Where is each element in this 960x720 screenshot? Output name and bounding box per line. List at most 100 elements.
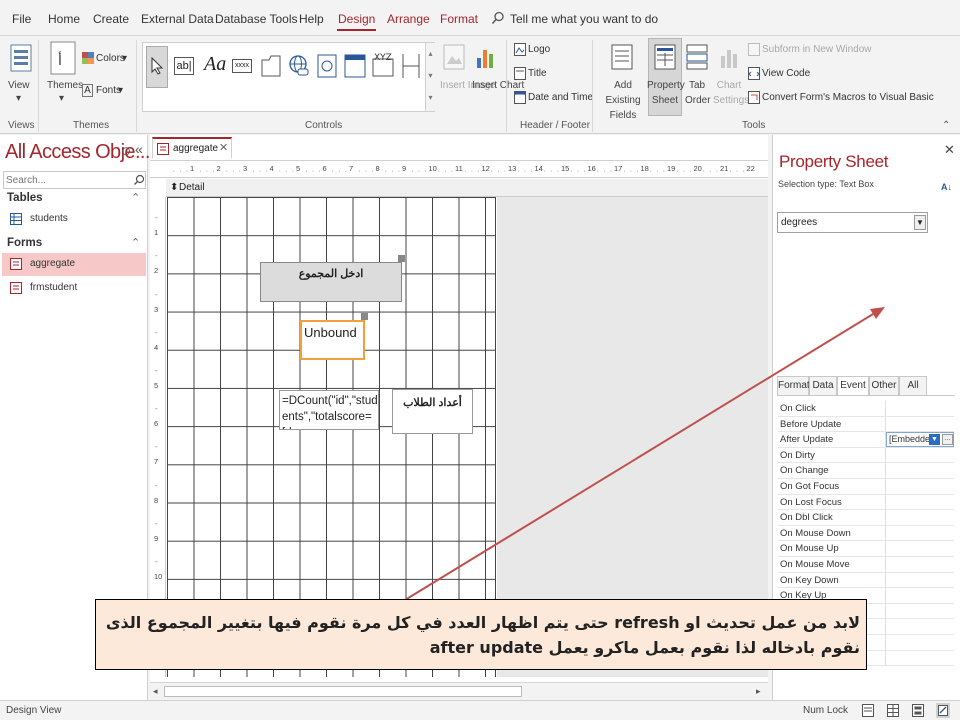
nav-item-label: aggregate — [30, 258, 76, 269]
tab-order-button[interactable]: Tab Order — [685, 78, 711, 108]
tab-format[interactable]: Format — [777, 376, 810, 396]
tab-event[interactable]: Event — [837, 376, 869, 396]
colors-dropdown-icon: ▾ — [122, 53, 128, 64]
property-row-on-mouse-move[interactable]: On Mouse Move — [778, 557, 954, 573]
date-time-button[interactable]: Date and Time — [528, 92, 593, 103]
detail-section-header[interactable]: ⬍ Detail — [166, 179, 768, 197]
collapse-section-icon[interactable]: ⌃ — [131, 236, 140, 249]
controls-gallery: ab| Aa xxxx XYZ ▴ ▾ ▾ — [142, 42, 435, 112]
property-row-on-got-focus[interactable]: On Got Focus — [778, 479, 954, 495]
move-handle[interactable] — [361, 313, 368, 320]
menu-external-data[interactable]: External Data — [141, 12, 214, 26]
menu-help[interactable]: Help — [299, 12, 324, 26]
nav-item-frmstudent[interactable]: frmstudent — [2, 277, 146, 300]
title-button[interactable]: Title — [528, 68, 547, 79]
page-break-icon[interactable] — [400, 53, 422, 79]
menu-home[interactable]: Home — [48, 12, 80, 26]
ruler-tick: · — [649, 168, 652, 175]
logo-button[interactable]: Logo — [528, 44, 550, 55]
close-tab-icon[interactable]: ✕ — [219, 141, 228, 154]
scroll-left-icon[interactable]: ◂ — [153, 686, 158, 697]
themes-button[interactable]: Themes — [47, 78, 83, 93]
nav-search-input[interactable] — [6, 173, 124, 187]
chart-settings-button[interactable]: Chart Settings — [713, 78, 749, 108]
property-row-on-lost-focus[interactable]: On Lost Focus — [778, 494, 954, 511]
vruler-number: 5 — [154, 381, 159, 390]
vruler-number: 3 — [154, 304, 159, 314]
design-view-icon[interactable] — [936, 703, 950, 718]
collapse-section-icon[interactable]: ⌃ — [131, 191, 140, 204]
builder-button[interactable]: ... — [942, 434, 953, 446]
header-footer-group-label: Header / Footer — [520, 120, 591, 131]
property-row-on-click[interactable]: On Click — [778, 401, 954, 417]
menu-database-tools[interactable]: Database Tools — [215, 12, 298, 26]
tab-control-icon[interactable] — [261, 55, 281, 77]
textbox-dcount[interactable]: =DCount("id","students","totalscore=[d — [279, 390, 379, 430]
chevron-down-icon[interactable]: ▼ — [914, 215, 926, 230]
collapse-ribbon-icon[interactable]: ⌃ — [942, 120, 950, 131]
nav-section-forms[interactable]: Forms — [7, 237, 42, 249]
shutter-bar-icon[interactable]: « — [135, 141, 143, 157]
scrollbar-thumb[interactable] — [164, 686, 522, 697]
datasheet-view-icon[interactable] — [887, 704, 899, 717]
view-code-button[interactable]: View Code — [762, 68, 810, 79]
gallery-scroll[interactable]: ▴ ▾ ▾ — [425, 43, 435, 111]
nav-search-box[interactable] — [3, 171, 146, 189]
insert-chart-button[interactable]: Insert Chart — [472, 78, 524, 93]
property-row-on-dbl-click[interactable]: On Dbl Click — [778, 510, 954, 526]
button-tool-icon[interactable]: xxxx — [232, 59, 252, 73]
ruler-tick: · — [397, 168, 401, 175]
tab-data[interactable]: Data — [809, 376, 837, 396]
convert-macros-button[interactable]: Convert Form's Macros to Visual Basic — [762, 92, 934, 103]
move-handle[interactable] — [398, 255, 405, 262]
property-value: [Embedded — [889, 434, 929, 445]
subform-button[interactable]: Subform in New Window — [762, 44, 871, 55]
property-name: On Got Focus — [780, 481, 840, 492]
label-tool-icon[interactable]: Aa — [204, 53, 226, 76]
nav-item-aggregate[interactable]: aggregate — [2, 253, 146, 276]
add-existing-fields-button[interactable]: Add Existing Fields — [597, 78, 649, 123]
property-row-before-update[interactable]: Before Update — [778, 416, 954, 433]
sort-icon[interactable]: A↓ — [941, 182, 952, 192]
navigation-control-icon[interactable] — [344, 54, 366, 78]
close-pane-icon[interactable]: ✕ — [944, 142, 955, 158]
property-row-on-mouse-up[interactable]: On Mouse Up — [778, 541, 954, 557]
nav-menu-icon[interactable]: ⊙ — [121, 144, 131, 158]
property-sheet-button[interactable]: Property Sheet — [647, 78, 685, 108]
layout-view-icon[interactable] — [912, 704, 924, 717]
menu-design[interactable]: Design — [336, 12, 377, 31]
scroll-right-icon[interactable]: ▸ — [756, 686, 761, 697]
hyperlink-icon[interactable] — [288, 54, 310, 78]
horizontal-ruler: · · · 1 · · · 2 · · · 3 · · · 4 · · · 5 · · · 6 · · · 7 · · · 8 · · · 9 · · · 1… — [150, 161, 768, 178]
property-row-on-mouse-down[interactable]: On Mouse Down — [778, 525, 954, 542]
horizontal-scrollbar[interactable]: ◂ ▸ — [150, 682, 768, 700]
property-row-on-dirty[interactable]: On Dirty — [778, 447, 954, 464]
property-row-on-change[interactable]: On Change — [778, 463, 954, 479]
tab-other[interactable]: Other — [869, 376, 899, 396]
textbox-degrees[interactable]: Unbound — [300, 320, 365, 360]
label-enter-total[interactable]: ادخل المجموع — [260, 262, 402, 302]
form-view-icon[interactable] — [862, 704, 874, 717]
property-row-on-key-down[interactable]: On Key Down — [778, 572, 954, 589]
textbox-tool-icon[interactable]: ab| — [174, 57, 194, 75]
tab-all[interactable]: All — [899, 376, 927, 396]
menu-format[interactable]: Format — [440, 12, 478, 26]
option-group-icon[interactable]: XYZ — [372, 51, 394, 77]
web-browser-icon[interactable] — [317, 54, 337, 78]
menu-arrange[interactable]: Arrange — [387, 12, 430, 26]
insert-image-button[interactable]: Insert Image — [440, 78, 496, 93]
property-row-after-update[interactable]: After Update [Embedded▼... — [778, 432, 954, 448]
colors-button[interactable]: Colors — [96, 53, 125, 64]
tab-aggregate[interactable]: aggregate ✕ — [152, 137, 232, 158]
menu-create[interactable]: Create — [93, 12, 129, 26]
nav-item-students[interactable]: students — [2, 208, 146, 231]
tell-me-box[interactable]: Tell me what you want to do — [510, 12, 658, 26]
property-value-box[interactable]: [Embedded▼... — [886, 432, 954, 448]
menu-file[interactable]: File — [12, 12, 31, 26]
vruler-tick: - — [155, 366, 158, 375]
label-student-count[interactable]: أعداد الطلاب — [392, 389, 473, 434]
nav-section-tables[interactable]: Tables — [7, 192, 43, 204]
dropdown-icon[interactable]: ▼ — [929, 434, 940, 446]
selection-dropdown[interactable]: degrees ▼ — [777, 212, 928, 233]
column-divider — [885, 401, 886, 416]
